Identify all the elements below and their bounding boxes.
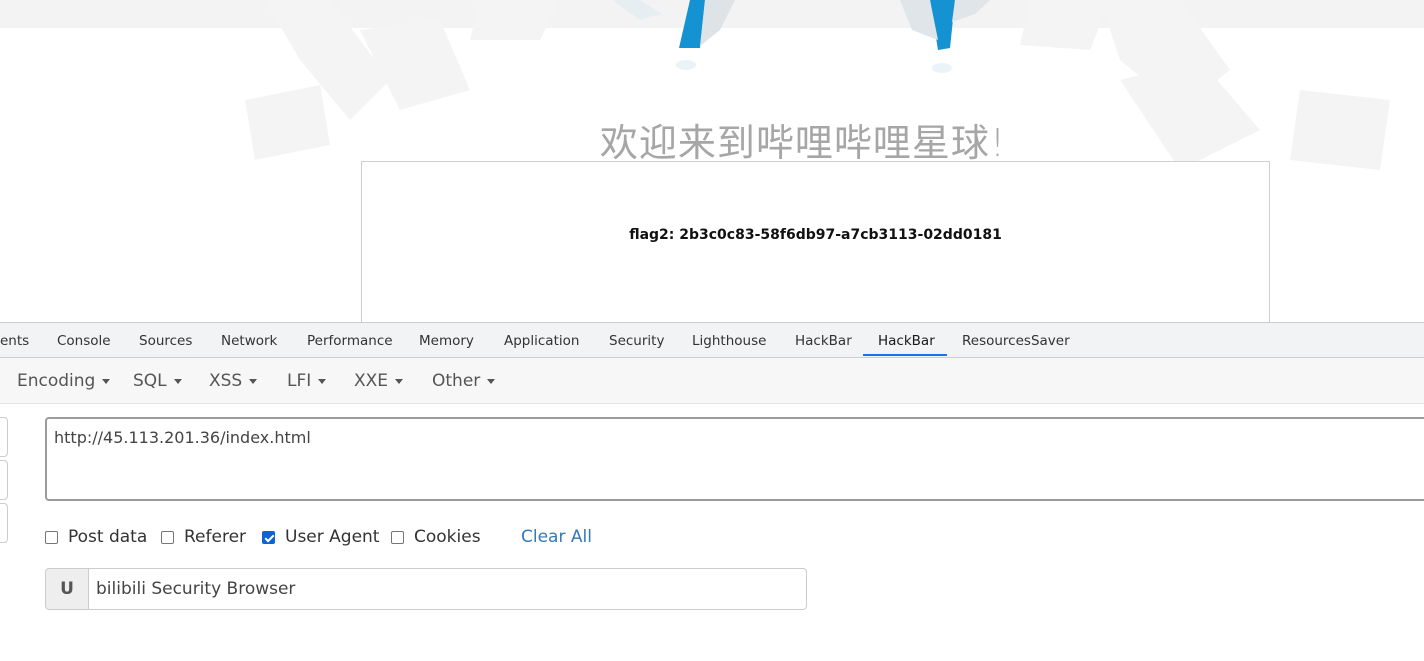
menu-sql-label: SQL bbox=[133, 371, 167, 391]
tab-hackbar-2[interactable]: HackBar bbox=[878, 323, 935, 357]
referer-label: Referer bbox=[184, 527, 247, 547]
user-agent-checkbox[interactable] bbox=[262, 531, 275, 544]
caret-down-icon bbox=[487, 378, 496, 384]
user-agent-addon: U bbox=[45, 568, 89, 610]
tab-memory[interactable]: Memory bbox=[419, 323, 474, 357]
caret-down-icon bbox=[173, 378, 182, 384]
caret-down-icon bbox=[249, 378, 258, 384]
user-agent-input[interactable]: bilibili Security Browser bbox=[88, 568, 807, 610]
user-agent-label: User Agent bbox=[285, 527, 380, 547]
tab-sources[interactable]: Sources bbox=[139, 323, 192, 357]
tab-security[interactable]: Security bbox=[609, 323, 664, 357]
menu-encoding-label: Encoding bbox=[17, 371, 96, 391]
post-data-checkbox[interactable] bbox=[45, 531, 58, 544]
webpage: 欢迎来到哔哩哔哩星球! flag2: 2b3c0c83-58f6db97-a7c… bbox=[0, 0, 1424, 322]
flag-text: flag2: 2b3c0c83-58f6db97-a7cb3113-02dd01… bbox=[629, 227, 1002, 243]
tab-lighthouse[interactable]: Lighthouse bbox=[692, 323, 766, 357]
tab-hackbar-1[interactable]: HackBar bbox=[795, 323, 852, 357]
tab-network[interactable]: Network bbox=[221, 323, 277, 357]
mascot-legs-graphic bbox=[612, 0, 990, 73]
menu-xss[interactable]: XSS bbox=[209, 358, 258, 403]
caret-down-icon bbox=[318, 378, 327, 384]
hackbar-menubar: Encoding SQL XSS LFI XXE Other bbox=[0, 358, 1424, 404]
content-panel bbox=[361, 282, 1270, 322]
clear-all-link[interactable]: Clear All bbox=[521, 526, 592, 548]
menu-lfi[interactable]: LFI bbox=[287, 358, 327, 403]
menu-other[interactable]: Other bbox=[432, 358, 496, 403]
referer-option[interactable]: Referer bbox=[161, 526, 246, 548]
split-url-button[interactable] bbox=[0, 460, 8, 500]
cookies-option[interactable]: Cookies bbox=[391, 526, 481, 548]
tab-resourcessaver[interactable]: ResourcesSaver bbox=[962, 323, 1070, 357]
tab-elements[interactable]: ents bbox=[0, 323, 29, 357]
caret-down-icon bbox=[102, 378, 111, 384]
execute-button[interactable] bbox=[0, 503, 8, 543]
cookies-checkbox[interactable] bbox=[391, 531, 404, 544]
menu-lfi-label: LFI bbox=[287, 371, 312, 391]
cookies-label: Cookies bbox=[414, 527, 481, 547]
tab-performance[interactable]: Performance bbox=[307, 323, 393, 357]
load-url-button[interactable] bbox=[0, 417, 8, 457]
referer-checkbox[interactable] bbox=[161, 531, 174, 544]
devtools-tabbar: ents Console Sources Network Performance… bbox=[0, 323, 1424, 358]
menu-xss-label: XSS bbox=[209, 371, 243, 391]
post-data-label: Post data bbox=[68, 527, 148, 547]
menu-xxe-label: XXE bbox=[354, 371, 389, 391]
tab-application[interactable]: Application bbox=[504, 323, 579, 357]
menu-other-label: Other bbox=[432, 371, 481, 391]
caret-down-icon bbox=[395, 378, 404, 384]
user-agent-input-group: U bilibili Security Browser bbox=[45, 568, 807, 610]
welcome-heading: 欢迎来到哔哩哔哩星球! bbox=[599, 121, 1007, 165]
menu-sql[interactable]: SQL bbox=[133, 358, 182, 403]
menu-xxe[interactable]: XXE bbox=[354, 358, 404, 403]
menu-encoding[interactable]: Encoding bbox=[17, 358, 111, 403]
post-data-option[interactable]: Post data bbox=[45, 526, 147, 548]
tab-console[interactable]: Console bbox=[57, 323, 111, 357]
user-agent-option[interactable]: User Agent bbox=[262, 526, 379, 548]
flag-panel: flag2: 2b3c0c83-58f6db97-a7cb3113-02dd01… bbox=[361, 161, 1270, 284]
active-tab-indicator bbox=[863, 354, 947, 356]
url-text: http://45.113.201.36/index.html bbox=[54, 428, 311, 447]
url-textarea[interactable]: http://45.113.201.36/index.html bbox=[45, 417, 1424, 501]
devtools-panel: ents Console Sources Network Performance… bbox=[0, 322, 1424, 661]
